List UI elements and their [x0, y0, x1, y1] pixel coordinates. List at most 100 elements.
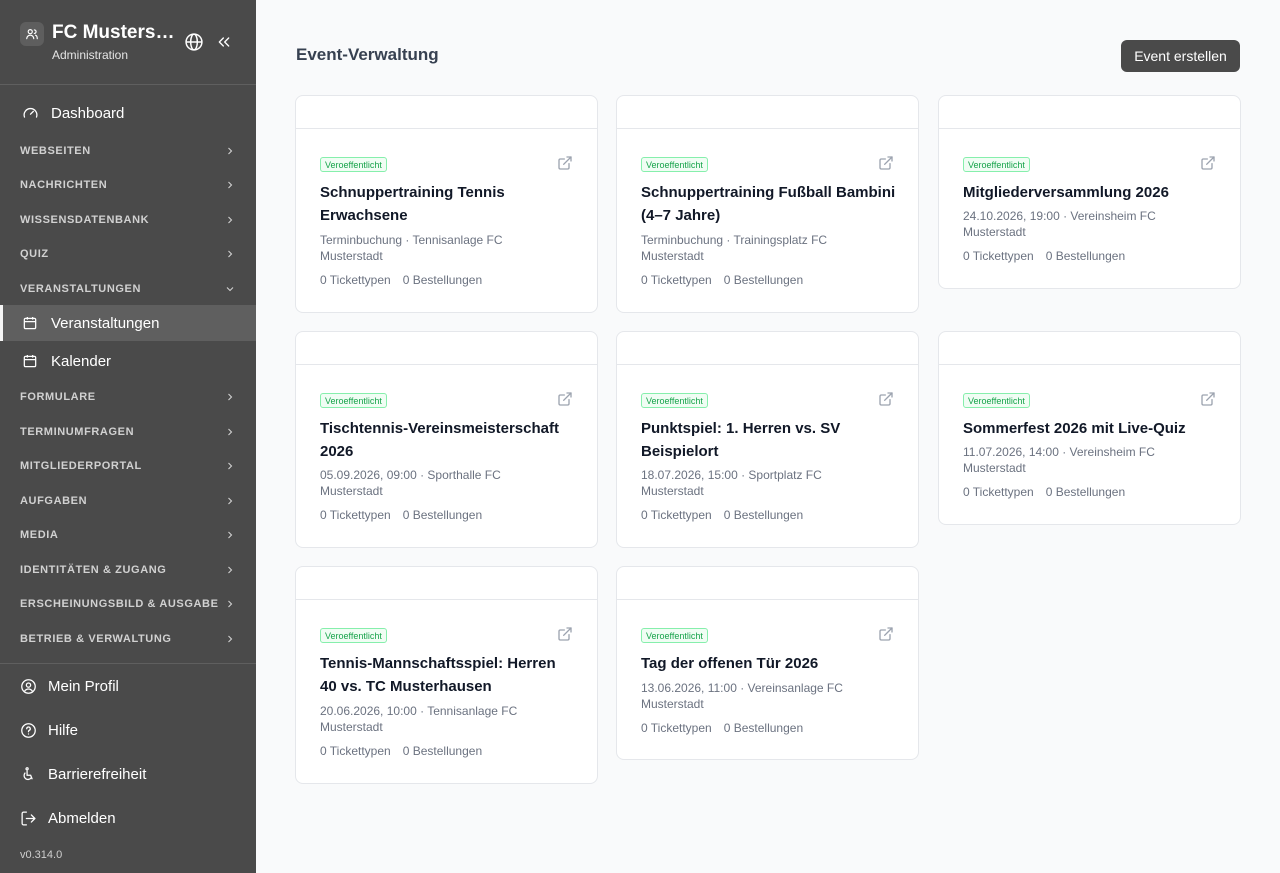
chevron-right-icon [228, 600, 233, 608]
create-event-button[interactable]: Event erstellen [1121, 40, 1240, 72]
card-header-strip [939, 332, 1240, 365]
nav-barrierefreiheit[interactable]: Barrierefreiheit [20, 762, 146, 786]
help-circle-icon [20, 721, 38, 739]
external-link-icon[interactable] [878, 391, 894, 407]
nav-section-label: WISSENSDATENBANK [20, 214, 150, 226]
app-version: v0.314.0 [20, 849, 63, 861]
event-stats: 0 Tickettypen 0 Bestellungen [641, 508, 803, 522]
orders-count: 0 Bestellungen [1045, 249, 1126, 263]
nav-barrierefreiheit-label: Barrierefreiheit [48, 765, 147, 783]
event-card[interactable]: Veroeffentlicht Punktspiel: 1. Herren vs… [616, 331, 919, 548]
nav-section-label: TERMINUMFRAGEN [20, 426, 135, 438]
external-link-icon[interactable] [1200, 391, 1216, 407]
external-link-icon[interactable] [557, 155, 573, 171]
event-meta: 13.06.2026, 11:00 · Vereinsanlage FC Mus… [641, 681, 843, 711]
external-link-icon[interactable] [1200, 155, 1216, 171]
nav-section-betrieb[interactable]: BETRIEB & VERWALTUNG [20, 629, 236, 649]
event-card[interactable]: Veroeffentlicht Tischtennis-Vereinsmeist… [295, 331, 598, 548]
orders-count: 0 Bestellungen [402, 744, 483, 758]
chevron-right-icon [228, 216, 233, 224]
event-title[interactable]: Tischtennis-Vereinsmeisterschaft 2026 [320, 417, 576, 463]
nav-section-veranstaltungen[interactable]: VERANSTALTUNGEN [20, 279, 236, 299]
accessibility-icon [20, 765, 38, 783]
nav-section-identitaeten[interactable]: IDENTITÄTEN & ZUGANG [20, 560, 236, 580]
nav-section-label: MEDIA [20, 529, 59, 541]
nav-section-label: ERSCHEINUNGSBILD & AUSGABE [20, 598, 219, 610]
nav-section-wissensdatenbank[interactable]: WISSENSDATENBANK [20, 210, 236, 230]
chevron-right-icon [228, 250, 233, 258]
ticket-types-count: 0 Tickettypen [963, 249, 1034, 263]
nav-section-label: QUIZ [20, 248, 49, 260]
card-header-strip [296, 332, 597, 365]
chevron-right-icon [228, 462, 233, 470]
status-badge: Veroeffentlicht [320, 157, 387, 172]
nav-section-label: NACHRICHTEN [20, 179, 108, 191]
calendar-days-icon [22, 352, 40, 370]
event-card[interactable]: Veroeffentlicht Sommerfest 2026 mit Live… [938, 331, 1241, 525]
event-title[interactable]: Schnuppertraining Tennis Erwachsene [320, 181, 576, 227]
chevrons-left-icon[interactable] [216, 34, 232, 50]
orders-count: 0 Bestellungen [402, 508, 483, 522]
orders-count: 0 Bestellungen [1045, 485, 1126, 499]
card-header-strip [939, 96, 1240, 129]
nav-section-quiz[interactable]: QUIZ [20, 244, 236, 264]
ticket-types-count: 0 Tickettypen [320, 273, 391, 287]
page-title: Event-Verwaltung [296, 45, 439, 64]
card-header-strip [617, 332, 918, 365]
nav-abmelden[interactable]: Abmelden [20, 806, 116, 830]
sidebar-header: FC Musterstadt Administration [0, 0, 256, 85]
globe-icon[interactable] [184, 32, 204, 52]
event-stats: 0 Tickettypen 0 Bestellungen [320, 744, 482, 758]
nav-item-veranstaltungen[interactable]: Veranstaltungen [0, 305, 256, 341]
orders-count: 0 Bestellungen [723, 721, 804, 735]
chevron-right-icon [228, 497, 233, 505]
event-card[interactable]: Veroeffentlicht Schnuppertraining Tennis… [295, 95, 598, 313]
event-title[interactable]: Schnuppertraining Fußball Bambini (4–7 J… [641, 181, 897, 227]
chevron-down-icon [226, 287, 234, 292]
nav-hilfe[interactable]: Hilfe [20, 718, 78, 742]
nav-mein-profil[interactable]: Mein Profil [20, 674, 119, 698]
external-link-icon[interactable] [878, 626, 894, 642]
event-card[interactable]: Veroeffentlicht Mitgliederversammlung 20… [938, 95, 1241, 289]
orders-count: 0 Bestellungen [402, 273, 483, 287]
event-stats: 0 Tickettypen 0 Bestellungen [641, 721, 803, 735]
event-title[interactable]: Tennis-Mannschaftsspiel: Herren 40 vs. T… [320, 652, 576, 698]
event-meta: 24.10.2026, 19:00 · Vereinsheim FC Muste… [963, 209, 1156, 239]
card-header-strip [296, 96, 597, 129]
event-stats: 0 Tickettypen 0 Bestellungen [963, 485, 1125, 499]
nav-section-mitgliederportal[interactable]: MITGLIEDERPORTAL [20, 456, 236, 476]
chevron-right-icon [228, 635, 233, 643]
sidebar-divider [0, 663, 256, 664]
event-title[interactable]: Tag der offenen Tür 2026 [641, 652, 897, 675]
card-header-strip [296, 567, 597, 600]
event-meta: 05.09.2026, 09:00 · Sporthalle FC Muster… [320, 468, 501, 498]
users-icon [20, 22, 44, 46]
ticket-types-count: 0 Tickettypen [641, 508, 712, 522]
orders-count: 0 Bestellungen [723, 508, 804, 522]
nav-section-formulare[interactable]: FORMULARE [20, 387, 236, 407]
ticket-types-count: 0 Tickettypen [641, 721, 712, 735]
status-badge: Veroeffentlicht [320, 628, 387, 643]
external-link-icon[interactable] [557, 626, 573, 642]
event-title[interactable]: Mitgliederversammlung 2026 [963, 181, 1219, 204]
nav-item-kalender[interactable]: Kalender [0, 343, 256, 379]
nav-section-media[interactable]: MEDIA [20, 525, 236, 545]
event-card[interactable]: Veroeffentlicht Tennis-Mannschaftsspiel:… [295, 566, 598, 784]
nav-dashboard[interactable]: Dashboard [0, 95, 256, 131]
nav-section-label: BETRIEB & VERWALTUNG [20, 633, 172, 645]
ticket-types-count: 0 Tickettypen [320, 744, 391, 758]
external-link-icon[interactable] [557, 391, 573, 407]
status-badge: Veroeffentlicht [963, 157, 1030, 172]
nav-section-terminumfragen[interactable]: TERMINUMFRAGEN [20, 422, 236, 442]
external-link-icon[interactable] [878, 155, 894, 171]
event-meta: Terminbuchung · Tennisanlage FC Musterst… [320, 233, 503, 263]
event-card[interactable]: Veroeffentlicht Schnuppertraining Fußbal… [616, 95, 919, 313]
nav-section-aufgaben[interactable]: AUFGABEN [20, 491, 236, 511]
nav-section-erscheinungsbild[interactable]: ERSCHEINUNGSBILD & AUSGABE [20, 594, 236, 614]
event-title[interactable]: Punktspiel: 1. Herren vs. SV Beispielort [641, 417, 897, 463]
event-meta: 20.06.2026, 10:00 · Tennisanlage FC Must… [320, 704, 518, 734]
nav-section-webseiten[interactable]: WEBSEITEN [20, 141, 236, 161]
event-title[interactable]: Sommerfest 2026 mit Live-Quiz [963, 417, 1219, 440]
event-card[interactable]: Veroeffentlicht Tag der offenen Tür 2026… [616, 566, 919, 760]
nav-section-nachrichten[interactable]: NACHRICHTEN [20, 175, 236, 195]
